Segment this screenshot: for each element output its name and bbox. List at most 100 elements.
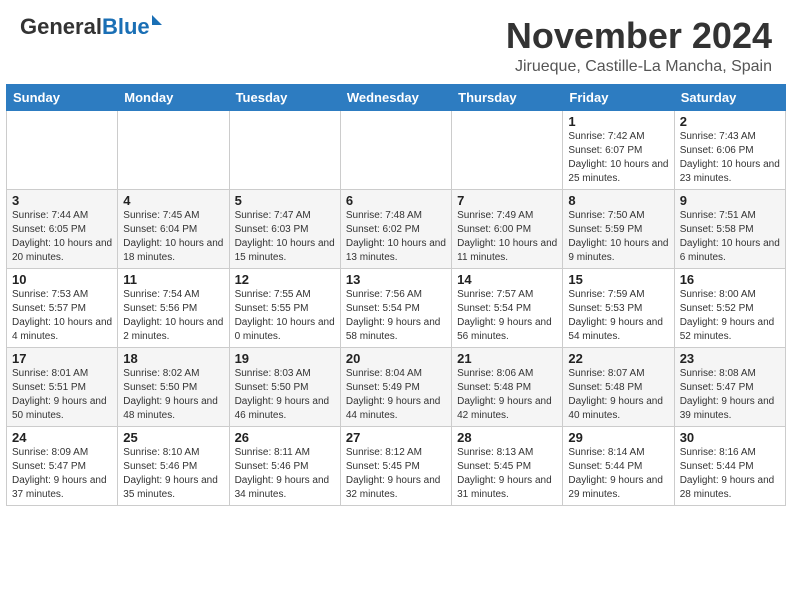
day-info: Sunrise: 7:43 AM Sunset: 6:06 PM Dayligh… bbox=[680, 130, 780, 186]
day-info: Sunrise: 8:11 AM Sunset: 5:46 PM Dayligh… bbox=[235, 446, 335, 502]
day-number: 26 bbox=[235, 430, 335, 445]
day-info: Sunrise: 7:59 AM Sunset: 5:53 PM Dayligh… bbox=[568, 288, 668, 344]
day-info: Sunrise: 8:02 AM Sunset: 5:50 PM Dayligh… bbox=[123, 367, 223, 423]
day-number: 28 bbox=[457, 430, 557, 445]
calendar-cell: 16Sunrise: 8:00 AM Sunset: 5:52 PM Dayli… bbox=[674, 268, 785, 347]
logo-general-text: General bbox=[20, 16, 102, 38]
weekday-header: Friday bbox=[563, 84, 674, 110]
day-info: Sunrise: 8:09 AM Sunset: 5:47 PM Dayligh… bbox=[12, 446, 112, 502]
day-number: 11 bbox=[123, 272, 223, 287]
day-number: 17 bbox=[12, 351, 112, 366]
calendar-cell: 7Sunrise: 7:49 AM Sunset: 6:00 PM Daylig… bbox=[452, 189, 563, 268]
day-number: 21 bbox=[457, 351, 557, 366]
calendar-cell: 25Sunrise: 8:10 AM Sunset: 5:46 PM Dayli… bbox=[118, 426, 229, 505]
logo-blue-text: Blue bbox=[102, 16, 150, 38]
day-number: 24 bbox=[12, 430, 112, 445]
day-number: 12 bbox=[235, 272, 335, 287]
weekday-header: Monday bbox=[118, 84, 229, 110]
day-info: Sunrise: 7:54 AM Sunset: 5:56 PM Dayligh… bbox=[123, 288, 223, 344]
weekday-header: Sunday bbox=[7, 84, 118, 110]
calendar-cell: 9Sunrise: 7:51 AM Sunset: 5:58 PM Daylig… bbox=[674, 189, 785, 268]
day-number: 14 bbox=[457, 272, 557, 287]
calendar-cell: 14Sunrise: 7:57 AM Sunset: 5:54 PM Dayli… bbox=[452, 268, 563, 347]
day-number: 1 bbox=[568, 114, 668, 129]
day-info: Sunrise: 8:16 AM Sunset: 5:44 PM Dayligh… bbox=[680, 446, 780, 502]
calendar-cell bbox=[229, 110, 340, 189]
logo: General Blue bbox=[20, 16, 162, 38]
page-header: General Blue November 2024 Jirueque, Cas… bbox=[0, 0, 792, 84]
calendar-cell: 29Sunrise: 8:14 AM Sunset: 5:44 PM Dayli… bbox=[563, 426, 674, 505]
calendar-cell: 6Sunrise: 7:48 AM Sunset: 6:02 PM Daylig… bbox=[340, 189, 451, 268]
day-info: Sunrise: 7:53 AM Sunset: 5:57 PM Dayligh… bbox=[12, 288, 112, 344]
day-number: 19 bbox=[235, 351, 335, 366]
day-number: 2 bbox=[680, 114, 780, 129]
calendar-cell: 11Sunrise: 7:54 AM Sunset: 5:56 PM Dayli… bbox=[118, 268, 229, 347]
calendar-cell: 23Sunrise: 8:08 AM Sunset: 5:47 PM Dayli… bbox=[674, 347, 785, 426]
calendar-cell: 5Sunrise: 7:47 AM Sunset: 6:03 PM Daylig… bbox=[229, 189, 340, 268]
day-number: 8 bbox=[568, 193, 668, 208]
calendar-cell: 10Sunrise: 7:53 AM Sunset: 5:57 PM Dayli… bbox=[7, 268, 118, 347]
calendar-header: SundayMondayTuesdayWednesdayThursdayFrid… bbox=[7, 84, 786, 110]
weekday-header: Saturday bbox=[674, 84, 785, 110]
calendar-cell bbox=[340, 110, 451, 189]
day-info: Sunrise: 7:48 AM Sunset: 6:02 PM Dayligh… bbox=[346, 209, 446, 265]
day-info: Sunrise: 7:45 AM Sunset: 6:04 PM Dayligh… bbox=[123, 209, 223, 265]
day-info: Sunrise: 7:57 AM Sunset: 5:54 PM Dayligh… bbox=[457, 288, 557, 344]
calendar-cell: 19Sunrise: 8:03 AM Sunset: 5:50 PM Dayli… bbox=[229, 347, 340, 426]
day-number: 29 bbox=[568, 430, 668, 445]
day-number: 18 bbox=[123, 351, 223, 366]
day-number: 15 bbox=[568, 272, 668, 287]
month-title: November 2024 bbox=[506, 16, 772, 56]
calendar-cell: 8Sunrise: 7:50 AM Sunset: 5:59 PM Daylig… bbox=[563, 189, 674, 268]
day-info: Sunrise: 8:12 AM Sunset: 5:45 PM Dayligh… bbox=[346, 446, 446, 502]
calendar-cell: 24Sunrise: 8:09 AM Sunset: 5:47 PM Dayli… bbox=[7, 426, 118, 505]
day-number: 16 bbox=[680, 272, 780, 287]
day-number: 3 bbox=[12, 193, 112, 208]
day-number: 23 bbox=[680, 351, 780, 366]
day-info: Sunrise: 7:42 AM Sunset: 6:07 PM Dayligh… bbox=[568, 130, 668, 186]
day-number: 13 bbox=[346, 272, 446, 287]
calendar-table: SundayMondayTuesdayWednesdayThursdayFrid… bbox=[6, 84, 786, 506]
calendar-cell: 18Sunrise: 8:02 AM Sunset: 5:50 PM Dayli… bbox=[118, 347, 229, 426]
day-number: 30 bbox=[680, 430, 780, 445]
day-number: 4 bbox=[123, 193, 223, 208]
calendar-cell: 20Sunrise: 8:04 AM Sunset: 5:49 PM Dayli… bbox=[340, 347, 451, 426]
calendar-cell: 21Sunrise: 8:06 AM Sunset: 5:48 PM Dayli… bbox=[452, 347, 563, 426]
weekday-header: Thursday bbox=[452, 84, 563, 110]
day-number: 5 bbox=[235, 193, 335, 208]
calendar-cell: 2Sunrise: 7:43 AM Sunset: 6:06 PM Daylig… bbox=[674, 110, 785, 189]
weekday-header: Wednesday bbox=[340, 84, 451, 110]
calendar-cell: 17Sunrise: 8:01 AM Sunset: 5:51 PM Dayli… bbox=[7, 347, 118, 426]
calendar-cell bbox=[452, 110, 563, 189]
calendar-cell: 3Sunrise: 7:44 AM Sunset: 6:05 PM Daylig… bbox=[7, 189, 118, 268]
calendar-cell: 30Sunrise: 8:16 AM Sunset: 5:44 PM Dayli… bbox=[674, 426, 785, 505]
day-number: 27 bbox=[346, 430, 446, 445]
calendar-cell: 4Sunrise: 7:45 AM Sunset: 6:04 PM Daylig… bbox=[118, 189, 229, 268]
day-info: Sunrise: 8:07 AM Sunset: 5:48 PM Dayligh… bbox=[568, 367, 668, 423]
location-title: Jirueque, Castille-La Mancha, Spain bbox=[506, 58, 772, 76]
title-block: November 2024 Jirueque, Castille-La Manc… bbox=[506, 16, 772, 76]
day-number: 7 bbox=[457, 193, 557, 208]
calendar-cell: 15Sunrise: 7:59 AM Sunset: 5:53 PM Dayli… bbox=[563, 268, 674, 347]
day-info: Sunrise: 8:00 AM Sunset: 5:52 PM Dayligh… bbox=[680, 288, 780, 344]
calendar-cell: 1Sunrise: 7:42 AM Sunset: 6:07 PM Daylig… bbox=[563, 110, 674, 189]
calendar-cell: 27Sunrise: 8:12 AM Sunset: 5:45 PM Dayli… bbox=[340, 426, 451, 505]
calendar-cell: 12Sunrise: 7:55 AM Sunset: 5:55 PM Dayli… bbox=[229, 268, 340, 347]
day-info: Sunrise: 8:13 AM Sunset: 5:45 PM Dayligh… bbox=[457, 446, 557, 502]
day-number: 6 bbox=[346, 193, 446, 208]
day-info: Sunrise: 7:56 AM Sunset: 5:54 PM Dayligh… bbox=[346, 288, 446, 344]
day-info: Sunrise: 8:04 AM Sunset: 5:49 PM Dayligh… bbox=[346, 367, 446, 423]
day-info: Sunrise: 8:10 AM Sunset: 5:46 PM Dayligh… bbox=[123, 446, 223, 502]
calendar-cell: 22Sunrise: 8:07 AM Sunset: 5:48 PM Dayli… bbox=[563, 347, 674, 426]
day-info: Sunrise: 7:47 AM Sunset: 6:03 PM Dayligh… bbox=[235, 209, 335, 265]
day-number: 25 bbox=[123, 430, 223, 445]
day-info: Sunrise: 8:08 AM Sunset: 5:47 PM Dayligh… bbox=[680, 367, 780, 423]
day-info: Sunrise: 8:01 AM Sunset: 5:51 PM Dayligh… bbox=[12, 367, 112, 423]
calendar-cell: 26Sunrise: 8:11 AM Sunset: 5:46 PM Dayli… bbox=[229, 426, 340, 505]
weekday-header: Tuesday bbox=[229, 84, 340, 110]
day-number: 22 bbox=[568, 351, 668, 366]
day-info: Sunrise: 7:55 AM Sunset: 5:55 PM Dayligh… bbox=[235, 288, 335, 344]
calendar-cell: 28Sunrise: 8:13 AM Sunset: 5:45 PM Dayli… bbox=[452, 426, 563, 505]
day-info: Sunrise: 7:50 AM Sunset: 5:59 PM Dayligh… bbox=[568, 209, 668, 265]
day-info: Sunrise: 8:06 AM Sunset: 5:48 PM Dayligh… bbox=[457, 367, 557, 423]
